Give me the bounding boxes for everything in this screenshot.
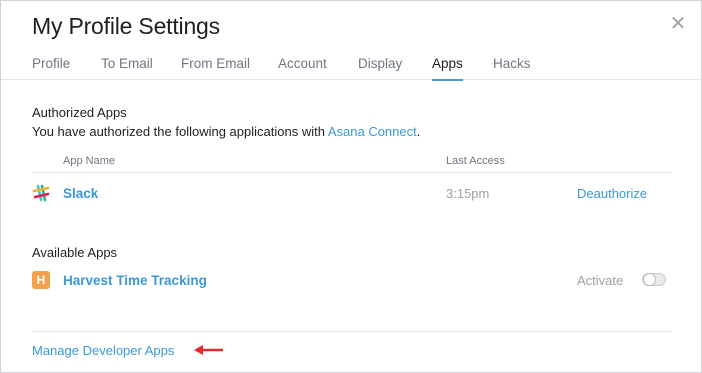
available-apps-heading: Available Apps (32, 245, 118, 260)
column-header-last-access: Last Access (446, 155, 505, 167)
tab-profile[interactable]: Profile (32, 56, 70, 79)
description-period: . (416, 124, 421, 139)
tab-bar: Profile To Email From Email Account Disp… (1, 49, 701, 81)
app-name-harvest[interactable]: Harvest Time Tracking (63, 273, 207, 288)
close-icon[interactable]: ✕ (667, 13, 689, 35)
app-name-slack[interactable]: Slack (63, 186, 98, 201)
table-divider (32, 172, 671, 173)
authorized-apps-description: You have authorized the following applic… (32, 124, 420, 139)
dialog-title: My Profile Settings (32, 13, 220, 39)
last-access-value: 3:15pm (446, 186, 490, 201)
tab-from-email[interactable]: From Email (181, 56, 250, 79)
harvest-icon: H (32, 271, 50, 289)
tab-account[interactable]: Account (278, 56, 327, 79)
activate-toggle[interactable] (642, 273, 666, 286)
column-header-app-name: App Name (63, 155, 115, 167)
slack-icon (32, 184, 50, 202)
tab-display[interactable]: Display (358, 56, 402, 79)
profile-settings-dialog: My Profile Settings ✕ Profile To Email F… (0, 0, 702, 373)
tab-hacks[interactable]: Hacks (493, 56, 531, 79)
toggle-knob (643, 273, 656, 286)
red-arrow-icon (194, 345, 223, 355)
tab-to-email[interactable]: To Email (101, 56, 153, 79)
activate-label: Activate (577, 273, 624, 288)
footer-divider (32, 331, 671, 332)
asana-connect-link[interactable]: Asana Connect (328, 124, 417, 139)
authorized-apps-heading: Authorized Apps (32, 105, 127, 120)
manage-developer-apps-link[interactable]: Manage Developer Apps (32, 343, 174, 358)
description-text: You have authorized the following applic… (32, 124, 328, 139)
deauthorize-button[interactable]: Deauthorize (577, 186, 647, 201)
tab-apps[interactable]: Apps (432, 56, 463, 81)
